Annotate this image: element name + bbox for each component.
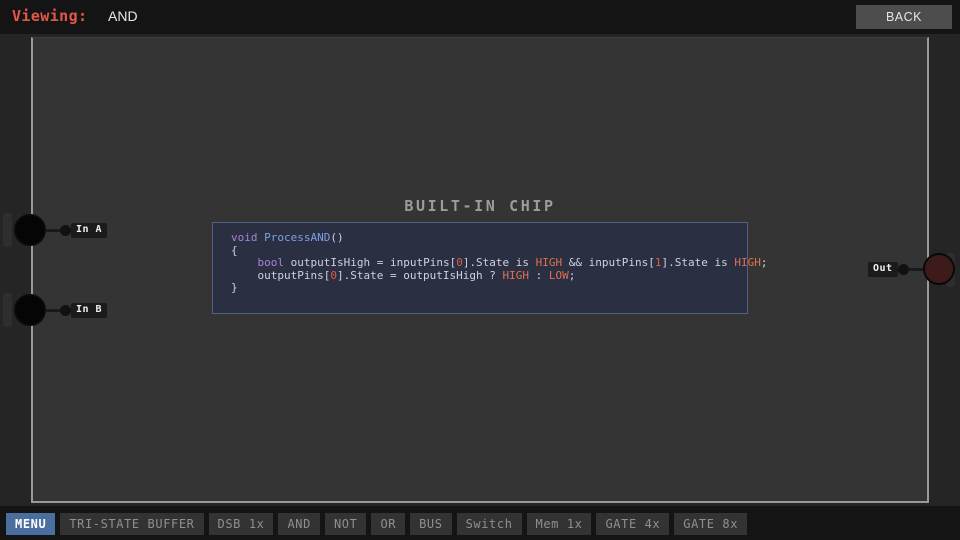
code-line: } — [231, 282, 747, 295]
pin-handle-in-b[interactable] — [3, 293, 12, 327]
code-token: () — [330, 231, 344, 244]
code-token: 0 — [456, 256, 463, 270]
pin-node-in-b[interactable] — [60, 304, 71, 316]
code-token: outputPins[ — [231, 268, 331, 282]
code-token: HIGH — [535, 256, 563, 270]
chip-viewer-app: Viewing: AND BACK In A In B Out BUILT-IN… — [0, 0, 960, 540]
palette-item-tri-state-buffer[interactable]: TRI-STATE BUFFER — [60, 513, 204, 535]
bottom-bar: MENU TRI-STATE BUFFER DSB 1x AND NOT OR BUS Swi… — [0, 506, 960, 540]
chip-palette: MENU TRI-STATE BUFFER DSB 1x AND NOT OR BUS Swi… — [6, 513, 748, 535]
pin-wire-in-a — [46, 228, 60, 232]
code-token: } — [231, 281, 238, 295]
viewing-label: Viewing: — [12, 7, 88, 25]
code-token: ].State = outputIsHigh ? — [336, 268, 503, 282]
viewing-chip-name: AND — [108, 8, 138, 24]
code-token: && inputPins[ — [562, 256, 655, 270]
code-lines: void ProcessAND(){ bool outputIsHigh = i… — [231, 231, 768, 295]
pin-wire-out — [908, 267, 923, 271]
output-pin-out[interactable]: Out — [868, 253, 955, 285]
code-token: ].State is — [462, 256, 536, 270]
builtin-chip-code-panel: void ProcessAND(){ bool outputIsHigh = i… — [212, 222, 768, 314]
palette-item-bus[interactable]: BUS — [410, 513, 452, 535]
code-token: outputIsHigh = inputPins[ — [284, 256, 457, 270]
builtin-chip-title: BUILT-IN CHIP — [404, 197, 556, 215]
workspace: In A In B Out BUILT-IN CHIP void Process… — [0, 34, 960, 506]
code-token: ; — [760, 256, 768, 270]
palette-item-or[interactable]: OR — [371, 513, 406, 535]
pin-handle-in-a[interactable] — [3, 213, 12, 247]
pin-wire-in-b — [46, 308, 60, 312]
code-token: HIGH — [734, 256, 761, 270]
input-pin-in-b[interactable]: In B — [14, 294, 108, 326]
pin-dot-in-b[interactable] — [14, 294, 46, 326]
input-pin-in-a[interactable]: In A — [14, 214, 108, 246]
code-token: 0 — [330, 268, 337, 282]
palette-item-menu[interactable]: MENU — [6, 513, 56, 535]
back-button[interactable]: BACK — [856, 5, 952, 29]
palette-item-switch[interactable]: Switch — [456, 513, 522, 535]
pin-label-in-b: In B — [71, 302, 108, 318]
code-token: LOW — [548, 268, 569, 282]
pin-node-in-a[interactable] — [60, 224, 71, 236]
palette-item-not[interactable]: NOT — [324, 513, 367, 535]
pin-dot-out[interactable] — [922, 253, 955, 285]
pin-label-in-a: In A — [71, 222, 108, 238]
code-token: HIGH — [502, 268, 530, 282]
palette-item-gate-4x[interactable]: GATE 4x — [596, 513, 670, 535]
palette-item-gate-8x[interactable]: GATE 8x — [674, 513, 748, 535]
code-token: bool — [257, 256, 285, 270]
code-line: void ProcessAND() — [231, 231, 747, 245]
code-token: ].State is — [661, 256, 735, 270]
palette-item-mem-1x[interactable]: Mem 1x — [526, 513, 592, 535]
code-line: outputPins[0].State = outputIsHigh ? HIG… — [231, 268, 747, 283]
pin-label-out: Out — [868, 261, 898, 277]
top-bar: Viewing: AND BACK — [0, 0, 960, 34]
code-token: : — [529, 268, 549, 282]
pin-node-out[interactable] — [897, 263, 909, 275]
code-token: ; — [568, 268, 576, 282]
palette-item-and[interactable]: AND — [278, 513, 320, 535]
code-token: { — [231, 243, 238, 257]
pin-dot-in-a[interactable] — [14, 214, 46, 246]
code-token: void — [231, 231, 265, 244]
palette-item-dsb-1x[interactable]: DSB 1x — [208, 513, 274, 535]
code-token: 1 — [654, 256, 662, 270]
code-token: ProcessAND — [264, 231, 331, 244]
